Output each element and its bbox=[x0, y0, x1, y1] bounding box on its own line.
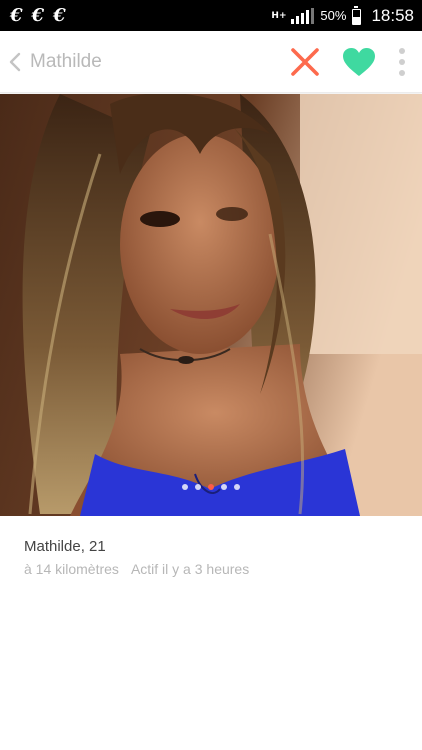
photo-dot[interactable] bbox=[195, 484, 201, 490]
profile-meta: à 14 kilomètres Actif il y a 3 heures bbox=[24, 561, 249, 577]
close-icon bbox=[291, 47, 319, 76]
chevron-left-icon bbox=[9, 52, 21, 71]
back-button[interactable]: Mathilde bbox=[0, 31, 102, 92]
profile-photo-image bbox=[0, 94, 422, 516]
status-bar: € € € H+ 50% 18:58 bbox=[0, 0, 422, 31]
profile-activity: Actif il y a 3 heures bbox=[130, 561, 250, 577]
photo-dot[interactable] bbox=[182, 484, 188, 490]
battery-percent: 50% bbox=[320, 8, 347, 23]
network-type: H+ bbox=[271, 10, 287, 21]
profile-info: Mathilde, 21 à 14 kilomètres Actif il y … bbox=[24, 538, 249, 577]
system-status: H+ 50% 18:58 bbox=[271, 5, 414, 26]
photo-dot[interactable] bbox=[221, 484, 227, 490]
profile-header: Mathilde bbox=[0, 31, 422, 93]
nope-button[interactable] bbox=[282, 31, 328, 92]
header-actions bbox=[282, 31, 422, 92]
profile-name-age: Mathilde, 21 bbox=[24, 538, 106, 555]
heart-icon bbox=[343, 47, 375, 76]
signal-icon bbox=[291, 7, 315, 24]
more-options-button[interactable] bbox=[388, 31, 416, 92]
page-title: Mathilde bbox=[30, 50, 102, 72]
photo-pagination bbox=[0, 484, 422, 490]
more-vertical-icon bbox=[399, 47, 405, 76]
photo-dot[interactable] bbox=[208, 484, 214, 490]
clock: 18:58 bbox=[371, 5, 414, 25]
euro-notification-icon: € bbox=[53, 5, 65, 26]
battery-icon bbox=[352, 5, 362, 25]
notification-icons: € € € bbox=[10, 5, 66, 26]
photo-dot[interactable] bbox=[234, 484, 240, 490]
profile-photo[interactable] bbox=[0, 94, 422, 516]
euro-notification-icon: € bbox=[31, 5, 44, 26]
profile-distance: à 14 kilomètres bbox=[24, 561, 119, 577]
like-button[interactable] bbox=[336, 31, 382, 92]
euro-notification-icon: € bbox=[10, 5, 22, 26]
